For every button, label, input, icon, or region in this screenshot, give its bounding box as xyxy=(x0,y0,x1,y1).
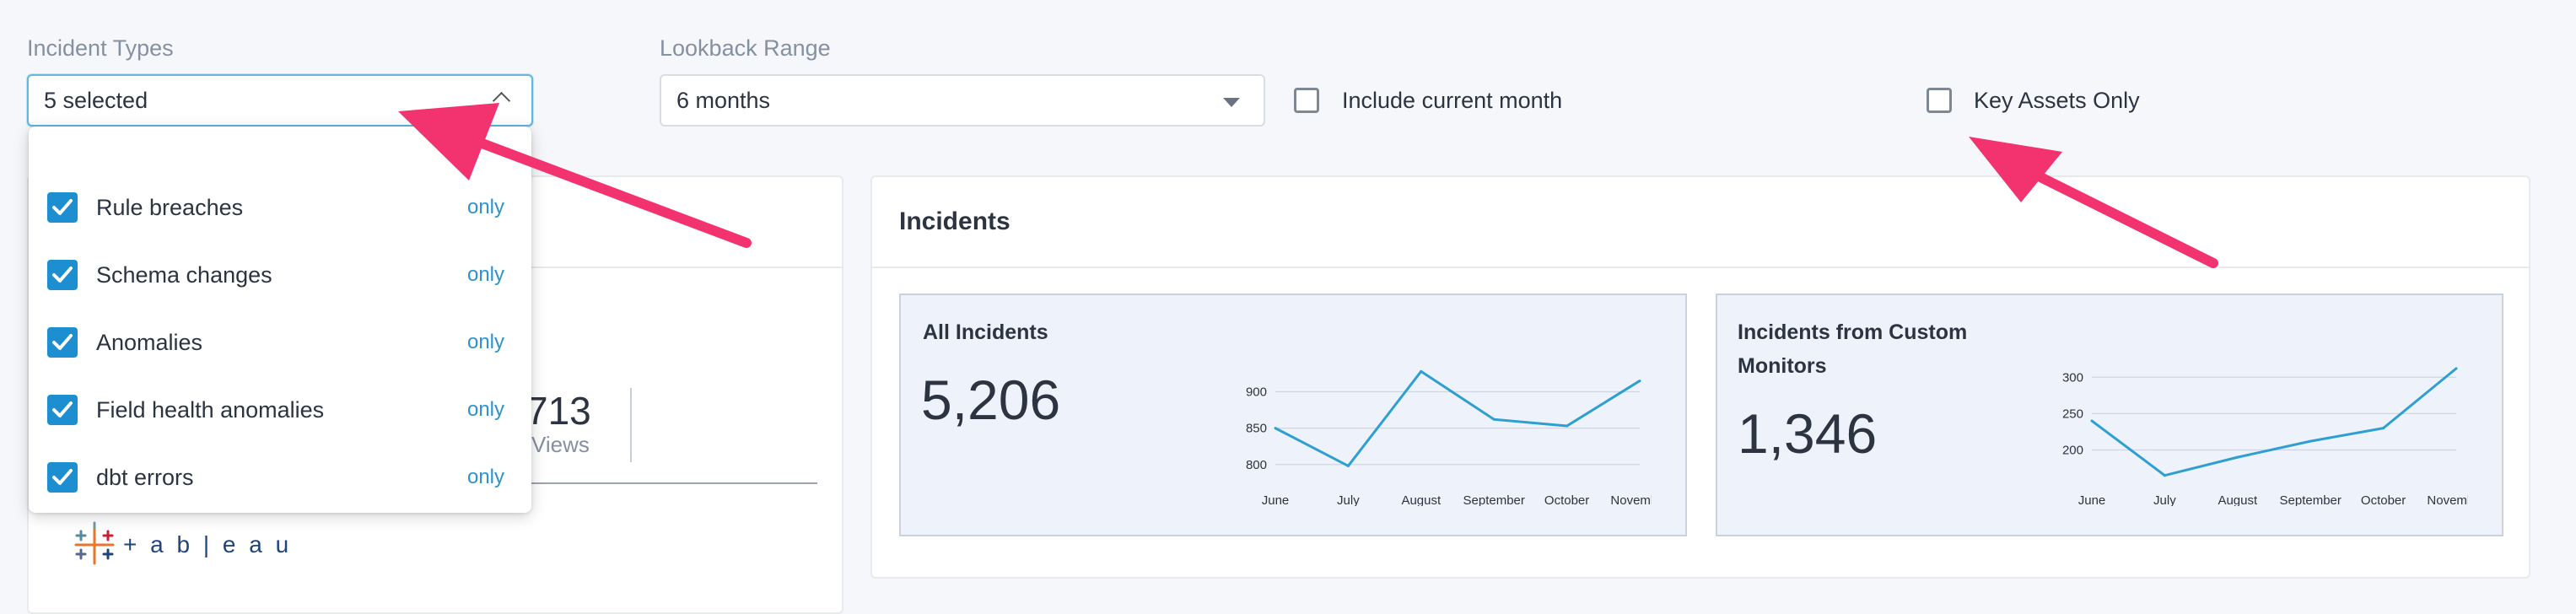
custom-incidents-title-line1: Incidents from Custom xyxy=(1738,320,1968,344)
x-tick-label: November xyxy=(2427,493,2468,506)
all-incidents-value: 5,206 xyxy=(921,369,1061,431)
checkbox-checked-icon[interactable] xyxy=(47,260,78,290)
series-line xyxy=(1275,369,1641,467)
data-point xyxy=(1274,427,1277,430)
x-tick-label: November xyxy=(1610,493,1652,506)
data-point xyxy=(1638,380,1641,383)
data-point xyxy=(2455,367,2458,370)
incidents-card: Incidents All Incidents 5,206 800 850 900 J… xyxy=(870,175,2530,579)
x-tick-label: July xyxy=(2153,493,2176,506)
key-assets-only-checkbox[interactable] xyxy=(1927,88,1952,113)
y-tick-label: 200 xyxy=(2062,444,2083,458)
x-tick-label: June xyxy=(1262,493,1290,506)
lookback-range-select[interactable]: 6 months xyxy=(660,74,1265,127)
dropdown-option-label: Field health anomalies xyxy=(96,397,325,423)
dropdown-option-label: dbt errors xyxy=(96,465,194,490)
y-tick-label: 800 xyxy=(1246,458,1267,472)
incident-types-dropdown: Rule breaches only Schema changes only Anoma… xyxy=(29,127,531,513)
lookback-range-value: 6 months xyxy=(676,87,771,113)
incident-types-select[interactable]: 5 selected xyxy=(27,74,533,127)
dropdown-option-label: Anomalies xyxy=(96,330,203,355)
stat-divider xyxy=(630,388,632,462)
chevron-up-icon xyxy=(492,91,511,110)
dropdown-option-label: Schema changes xyxy=(96,262,272,288)
y-tick-label: 900 xyxy=(1246,385,1267,400)
all-incidents-tile[interactable]: All Incidents 5,206 800 850 900 June July Aug… xyxy=(899,294,1687,536)
data-point xyxy=(2309,439,2312,443)
only-link[interactable]: only xyxy=(467,263,504,287)
data-point xyxy=(2090,419,2094,423)
checkbox-checked-icon[interactable] xyxy=(47,462,78,493)
y-tick-label: 850 xyxy=(1246,422,1267,436)
dropdown-option[interactable]: Field health anomalies only xyxy=(29,376,531,444)
data-point xyxy=(2382,427,2385,430)
data-point xyxy=(2236,455,2239,459)
dropdown-option[interactable]: Schema changes only xyxy=(29,241,531,309)
data-point xyxy=(1566,424,1569,428)
custom-incidents-title-line2: Monitors xyxy=(1738,354,1827,378)
checkbox-checked-icon[interactable] xyxy=(47,395,78,425)
tableau-logo-icon xyxy=(74,521,115,565)
dropdown-option[interactable]: Anomalies only xyxy=(29,309,531,376)
custom-incidents-sparkline: 200 250 300 June July August September October N… xyxy=(2062,367,2468,506)
x-tick-label: October xyxy=(1544,493,1589,506)
data-point xyxy=(1492,417,1495,421)
dropdown-option[interactable]: Rule breaches only xyxy=(29,174,531,241)
incident-types-label: Incident Types xyxy=(27,35,174,61)
x-tick-label: August xyxy=(1401,493,1442,506)
tableau-logo-text: + a b | e a u xyxy=(123,531,293,557)
dropdown-option[interactable]: dbt errors only xyxy=(29,444,531,511)
views-value: 713 xyxy=(526,389,591,433)
series-line xyxy=(2091,367,2457,477)
x-tick-label: July xyxy=(1337,493,1360,506)
only-link[interactable]: only xyxy=(467,331,504,354)
only-link[interactable]: only xyxy=(467,196,504,219)
x-tick-label: August xyxy=(2218,493,2258,506)
data-point xyxy=(1420,369,1423,373)
incident-types-value: 5 selected xyxy=(44,87,148,113)
all-incidents-title: All Incidents xyxy=(923,320,1048,344)
x-tick-label: October xyxy=(2361,493,2406,506)
incidents-title: Incidents xyxy=(899,207,1010,235)
y-tick-label: 250 xyxy=(2062,407,2083,421)
key-assets-only-label: Key Assets Only xyxy=(1974,88,2140,113)
data-point xyxy=(1346,464,1350,467)
only-link[interactable]: only xyxy=(467,398,504,422)
incidents-header: Incidents xyxy=(872,177,2529,268)
x-tick-label: September xyxy=(1463,493,1525,506)
checkbox-checked-icon[interactable] xyxy=(47,192,78,223)
views-label: Views xyxy=(531,432,590,457)
y-tick-label: 300 xyxy=(2062,370,2083,385)
custom-incidents-value: 1,346 xyxy=(1738,402,1878,465)
only-link[interactable]: only xyxy=(467,466,504,489)
checkbox-checked-icon[interactable] xyxy=(47,327,78,358)
caret-down-icon xyxy=(1223,98,1240,107)
lookback-range-label: Lookback Range xyxy=(660,35,831,61)
x-tick-label: June xyxy=(2078,493,2106,506)
data-point xyxy=(2163,474,2166,477)
x-tick-label: September xyxy=(2280,493,2342,506)
dropdown-option-label: Rule breaches xyxy=(96,195,244,220)
custom-incidents-tile[interactable]: Incidents from Custom Monitors 1,346 200… xyxy=(1716,294,2503,536)
all-incidents-sparkline: 800 850 900 June July August September October N… xyxy=(1246,369,1652,506)
tableau-logo: + a b | e a u xyxy=(71,521,288,573)
include-current-month-label: Include current month xyxy=(1342,88,1563,113)
include-current-month-checkbox[interactable] xyxy=(1294,88,1319,113)
